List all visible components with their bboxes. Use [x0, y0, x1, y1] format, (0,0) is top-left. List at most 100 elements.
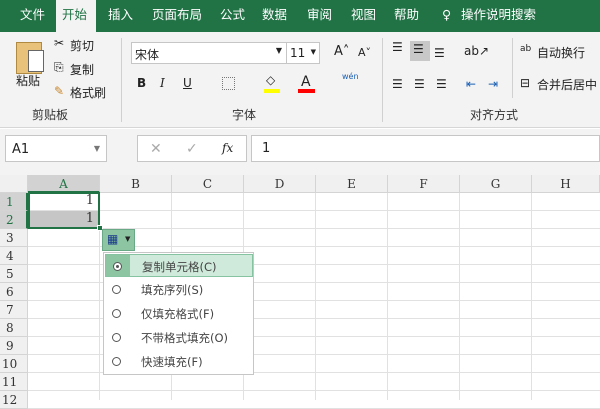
lightbulb-icon: ♀: [442, 7, 452, 22]
row-header-10[interactable]: 10: [0, 355, 28, 373]
formula-input[interactable]: 1: [251, 135, 600, 162]
tab-insert[interactable]: 插入: [102, 0, 139, 32]
bold-button[interactable]: B: [137, 76, 146, 90]
row-header-6[interactable]: 6: [0, 283, 28, 301]
increase-font-icon[interactable]: A˄: [334, 44, 349, 59]
font-color-swatch: [298, 89, 315, 93]
copy-button[interactable]: 复制: [70, 61, 94, 78]
merge-center-button[interactable]: 合并后居中: [537, 76, 597, 93]
phonetic-button[interactable]: wén: [342, 72, 359, 81]
column-header-D[interactable]: D: [244, 175, 316, 193]
column-header-G[interactable]: G: [460, 175, 532, 193]
radio-icon: [112, 357, 121, 366]
align-right-icon[interactable]: ☰: [436, 77, 447, 91]
tab-file[interactable]: 文件: [14, 0, 51, 32]
column-header-H[interactable]: H: [532, 175, 600, 193]
tab-review[interactable]: 审阅: [301, 0, 338, 32]
wrap-text-button[interactable]: 自动换行: [537, 44, 585, 61]
insert-function-icon[interactable]: fx: [222, 141, 233, 155]
menu-item-label: 快速填充(F): [141, 355, 203, 369]
underline-button[interactable]: U: [183, 76, 192, 90]
column-header-B[interactable]: B: [100, 175, 172, 193]
middle-align-icon: ☰: [413, 42, 424, 56]
menu-item-label: 复制单元格(C): [142, 260, 217, 274]
chevron-down-icon: ▼: [310, 48, 316, 56]
column-header-C[interactable]: C: [172, 175, 244, 193]
tell-me-search[interactable]: 操作说明搜索: [455, 0, 542, 32]
select-all-button[interactable]: [0, 175, 28, 193]
autofill-menu-item[interactable]: 复制单元格(C): [105, 254, 253, 277]
row-header-3[interactable]: 3: [0, 229, 28, 247]
autofill-menu-item[interactable]: 快速填充(F): [105, 350, 253, 373]
name-box[interactable]: A1 ▼: [5, 135, 107, 162]
divider: [121, 38, 122, 122]
formula-buttons: ✕ ✓ fx: [137, 135, 247, 162]
menu-item-label: 仅填充格式(F): [141, 307, 215, 321]
merge-icon: ⊟: [520, 76, 531, 90]
align-center-icon[interactable]: ☰: [414, 77, 425, 91]
autofill-menu-item[interactable]: 不带格式填充(O): [105, 326, 253, 349]
decrease-font-icon[interactable]: A˅: [358, 46, 371, 59]
scissors-icon: ✂: [54, 36, 65, 50]
divider: [382, 38, 383, 122]
column-header-A[interactable]: A: [28, 175, 100, 193]
orientation-icon[interactable]: ab↗: [464, 44, 489, 58]
font-size-value: 11: [290, 46, 306, 60]
menu-item-label: 填充序列(S): [141, 283, 204, 297]
cancel-icon[interactable]: ✕: [150, 141, 162, 157]
enter-icon[interactable]: ✓: [186, 141, 198, 157]
autofill-menu-item[interactable]: 填充序列(S): [105, 278, 253, 301]
chevron-down-icon: ▼: [93, 144, 100, 153]
autofill-icon: ▦: [107, 232, 119, 246]
tab-view[interactable]: 视图: [345, 0, 382, 32]
ribbon-tabs: 文件 开始 插入 页面布局 公式 数据 审阅 视图 帮助 ♀ 操作说明搜索: [0, 0, 600, 32]
radio-icon: [113, 262, 122, 271]
increase-indent-icon[interactable]: ⇥: [488, 77, 498, 91]
column-header-E[interactable]: E: [316, 175, 388, 193]
cell-A1[interactable]: 1: [28, 192, 100, 210]
format-painter-button[interactable]: 格式刷: [70, 84, 106, 101]
row-header-5[interactable]: 5: [0, 265, 28, 283]
row-header-2[interactable]: 2: [0, 211, 28, 229]
align-left-icon[interactable]: ☰: [392, 77, 403, 91]
gridline: [28, 390, 600, 391]
tab-help[interactable]: 帮助: [388, 0, 425, 32]
tab-page-layout[interactable]: 页面布局: [146, 0, 208, 32]
tab-home[interactable]: 开始: [56, 0, 96, 32]
formula-bar-area: A1 ▼ ✕ ✓ fx 1: [0, 129, 600, 175]
fill-color-swatch: [264, 89, 280, 93]
gridline: [315, 193, 316, 400]
row-header-7[interactable]: 7: [0, 301, 28, 319]
clipboard-group-label: 剪贴板: [32, 108, 69, 122]
row-header-11[interactable]: 11: [0, 373, 28, 391]
autofill-options-button[interactable]: ▦ ▼: [102, 229, 135, 251]
font-group-label: 字体: [232, 108, 257, 122]
bottom-align-icon[interactable]: ☰: [434, 46, 445, 60]
gridline: [28, 210, 600, 211]
row-header-9[interactable]: 9: [0, 337, 28, 355]
row-header-4[interactable]: 4: [0, 247, 28, 265]
cut-button[interactable]: 剪切: [70, 37, 94, 54]
italic-button[interactable]: I: [160, 76, 165, 90]
row-header-12[interactable]: 12: [0, 391, 28, 409]
paste-button[interactable]: 粘贴: [16, 72, 40, 89]
top-align-icon[interactable]: ☰: [392, 40, 403, 54]
font-name-select[interactable]: 宋体 ▼: [131, 42, 287, 64]
tab-formulas[interactable]: 公式: [214, 0, 251, 32]
tab-data[interactable]: 数据: [256, 0, 293, 32]
autofill-menu-item[interactable]: 仅填充格式(F): [105, 302, 253, 325]
row-header-1[interactable]: 1: [0, 193, 28, 211]
radio-icon: [112, 333, 121, 342]
column-header-F[interactable]: F: [388, 175, 460, 193]
chevron-down-icon: ▼: [125, 235, 131, 243]
divider: [512, 38, 513, 98]
cell-A2[interactable]: 1: [28, 210, 100, 228]
borders-icon[interactable]: [222, 77, 235, 90]
row-header-8[interactable]: 8: [0, 319, 28, 337]
font-color-button[interactable]: A: [301, 74, 311, 90]
fill-color-icon[interactable]: ◇: [266, 73, 275, 87]
brush-icon: ✎: [54, 84, 65, 98]
paste-page-icon: [28, 50, 44, 72]
font-size-select[interactable]: 11 ▼: [286, 42, 320, 64]
decrease-indent-icon[interactable]: ⇤: [466, 77, 476, 91]
